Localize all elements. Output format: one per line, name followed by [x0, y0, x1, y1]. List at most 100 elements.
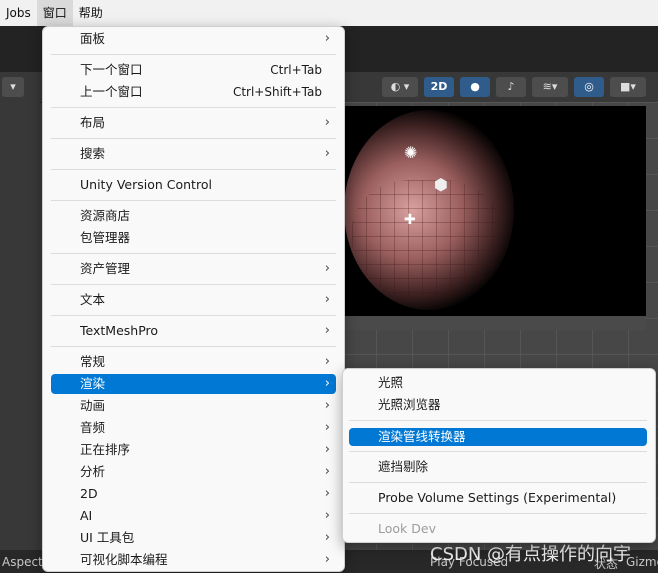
- menu-item-label: 资源商店: [80, 208, 131, 223]
- rendering-submenu: 光照 光照浏览器 渲染管线转换器 遮挡剔除 Probe Volume Setti…: [342, 368, 656, 543]
- shortcut-label: Ctrl+Tab: [270, 63, 322, 77]
- shading-mode-button[interactable]: ◐ ▾: [382, 77, 418, 97]
- submenu-item-light-explorer[interactable]: 光照浏览器: [349, 396, 647, 414]
- chevron-right-icon: ›: [324, 115, 330, 130]
- menu-item-label: 2D: [80, 486, 98, 501]
- menu-item-previous-window[interactable]: 上一个窗口 Ctrl+Shift+Tab: [51, 82, 336, 102]
- menu-separator: [51, 54, 336, 55]
- menu-item-label: 面板: [80, 31, 106, 46]
- menu-item-2d[interactable]: 2D ›: [51, 484, 336, 504]
- audio-toggle-icon[interactable]: ♪: [496, 77, 526, 97]
- chevron-right-icon: ›: [324, 486, 330, 501]
- menu-item-label: TextMeshPro: [80, 323, 159, 338]
- menu-separator: [51, 138, 336, 139]
- menu-help[interactable]: 帮助: [73, 0, 109, 26]
- chevron-right-icon: ›: [324, 420, 330, 435]
- submenu-item-lighting[interactable]: 光照: [349, 374, 647, 392]
- chevron-right-icon: ›: [324, 442, 330, 457]
- menu-separator: [51, 200, 336, 201]
- submenu-item-label: 光照浏览器: [378, 397, 441, 412]
- menu-item-label: 分析: [80, 464, 106, 479]
- submenu-item-label: 渲染管线转换器: [378, 429, 466, 444]
- menu-item-label: 上一个窗口: [80, 84, 143, 99]
- menu-separator: [349, 482, 647, 483]
- submenu-item-probe-volume-settings[interactable]: Probe Volume Settings (Experimental): [349, 489, 647, 507]
- menu-item-analysis[interactable]: 分析 ›: [51, 462, 336, 482]
- menu-item-label: 资产管理: [80, 261, 131, 276]
- chevron-right-icon: ›: [324, 323, 330, 338]
- view-2d-button[interactable]: 2D: [424, 77, 454, 97]
- menu-item-sorting[interactable]: 正在排序 ›: [51, 440, 336, 460]
- shortcut-label: Ctrl+Shift+Tab: [232, 85, 322, 99]
- menu-item-label: 包管理器: [80, 230, 131, 245]
- submenu-item-label: Look Dev: [378, 521, 436, 536]
- menu-item-label: 渲染: [80, 376, 106, 391]
- menu-item-text[interactable]: 文本 ›: [51, 290, 336, 310]
- menu-item-audio[interactable]: 音频 ›: [51, 418, 336, 438]
- menu-item-asset-management[interactable]: 资产管理 ›: [51, 259, 336, 279]
- aspect-label[interactable]: Aspect: [2, 555, 43, 569]
- menu-item-label: Unity Version Control: [80, 177, 212, 192]
- menu-separator: [51, 284, 336, 285]
- menu-item-ai[interactable]: AI ›: [51, 506, 336, 526]
- menu-item-label: 常规: [80, 354, 106, 369]
- menu-item-label: 布局: [80, 115, 106, 130]
- menu-item-layout[interactable]: 布局 ›: [51, 113, 336, 133]
- floor-strip: [344, 316, 646, 330]
- tile-floor: [352, 180, 502, 300]
- chevron-right-icon: ›: [324, 31, 330, 46]
- submenu-item-label: 遮挡剔除: [378, 459, 429, 474]
- chevron-right-icon: ›: [324, 261, 330, 276]
- menu-separator: [51, 107, 336, 108]
- chevron-right-icon: ›: [324, 376, 330, 391]
- submenu-item-render-pipeline-converter[interactable]: 渲染管线转换器: [349, 428, 647, 446]
- player-sprite-icon[interactable]: ✚: [404, 212, 416, 228]
- menu-window[interactable]: 窗口: [36, 0, 73, 26]
- menu-item-label: 音频: [80, 420, 106, 435]
- window-menu: 面板 › 下一个窗口 Ctrl+Tab 上一个窗口 Ctrl+Shift+Tab…: [42, 26, 345, 572]
- menu-jobs[interactable]: Jobs: [0, 0, 37, 26]
- menu-separator: [51, 346, 336, 347]
- watermark: CSDN @有点操作的向宇: [430, 544, 632, 565]
- menu-item-search[interactable]: 搜索 ›: [51, 144, 336, 164]
- menu-item-visual-scripting[interactable]: 可视化脚本编程 ›: [51, 550, 336, 570]
- menu-separator: [349, 513, 647, 514]
- chevron-right-icon: ›: [324, 146, 330, 161]
- menu-separator: [349, 420, 647, 421]
- menu-separator: [51, 253, 336, 254]
- left-panel: [0, 102, 40, 550]
- menu-item-ui-toolkit[interactable]: UI 工具包 ›: [51, 528, 336, 548]
- menu-item-rendering[interactable]: 渲染 ›: [51, 374, 336, 394]
- chevron-right-icon: ›: [324, 464, 330, 479]
- menu-item-next-window[interactable]: 下一个窗口 Ctrl+Tab: [51, 60, 336, 80]
- menu-item-asset-store[interactable]: 资源商店: [51, 206, 336, 226]
- menu-separator: [51, 315, 336, 316]
- menu-item-label: 正在排序: [80, 442, 131, 457]
- lighting-toggle-icon[interactable]: ●: [460, 77, 490, 97]
- dropdown-toggle-button[interactable]: ▾: [2, 77, 24, 97]
- menu-item-animation[interactable]: 动画 ›: [51, 396, 336, 416]
- chevron-right-icon: ›: [324, 530, 330, 545]
- camera-toggle-icon[interactable]: ■▾: [610, 77, 646, 97]
- submenu-item-occlusion-culling[interactable]: 遮挡剔除: [349, 458, 647, 476]
- menu-item-label: UI 工具包: [80, 530, 135, 545]
- menu-separator: [349, 451, 647, 452]
- submenu-item-label: Probe Volume Settings (Experimental): [378, 490, 617, 505]
- visibility-toggle-icon[interactable]: ◎: [574, 77, 604, 97]
- sun-light-icon[interactable]: ✺: [404, 143, 417, 162]
- chevron-right-icon: ›: [324, 508, 330, 523]
- chevron-right-icon: ›: [324, 552, 330, 567]
- menu-item-version-control[interactable]: Unity Version Control: [51, 175, 336, 195]
- menu-item-textmeshpro[interactable]: TextMeshPro ›: [51, 321, 336, 341]
- effects-toggle-icon[interactable]: ≋▾: [532, 77, 568, 97]
- menu-separator: [51, 169, 336, 170]
- chevron-right-icon: ›: [324, 354, 330, 369]
- menu-item-label: 搜索: [80, 146, 106, 161]
- menu-item-package-manager[interactable]: 包管理器: [51, 228, 336, 248]
- cube-gizmo-icon[interactable]: ⬢: [434, 175, 448, 194]
- menu-item-panels[interactable]: 面板 ›: [51, 29, 336, 49]
- menu-item-general[interactable]: 常规 ›: [51, 352, 336, 372]
- menu-item-label: 可视化脚本编程: [80, 552, 168, 567]
- submenu-item-label: 光照: [378, 375, 404, 390]
- menu-item-label: 文本: [80, 292, 106, 307]
